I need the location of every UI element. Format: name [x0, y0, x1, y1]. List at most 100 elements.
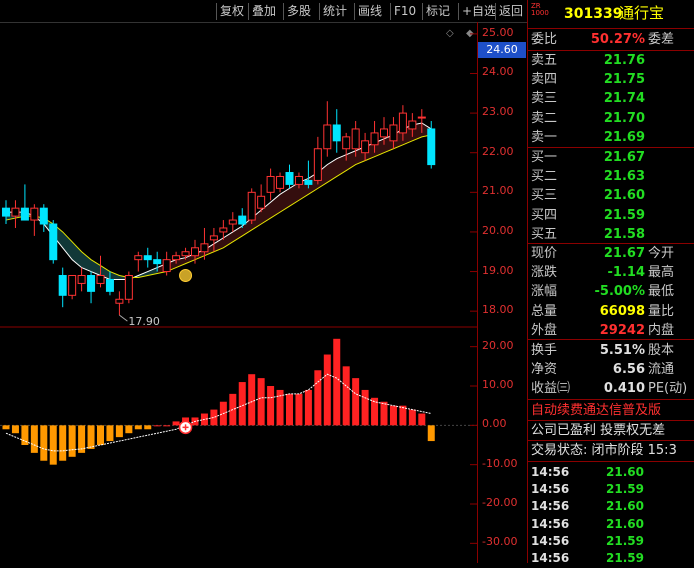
macd-bar [115, 425, 123, 438]
coin-icon [179, 269, 193, 283]
macd-bar [418, 413, 426, 426]
macd-tick-label: -10.00 [482, 456, 518, 470]
toolbar: 复权 叠加 多股 统计 画线 F10 标记 +自选 返回 [0, 0, 527, 23]
macd-bar [408, 409, 416, 426]
macd-bar [163, 425, 171, 427]
stock-code: 301339 [564, 6, 623, 22]
candle-body [266, 175, 275, 193]
kline-chart[interactable]: ◇ ◆17.90 [0, 22, 478, 563]
price-tick-label: 25.00 [482, 25, 514, 39]
price-tick-label: 22.00 [482, 144, 514, 158]
macd-bar [286, 393, 293, 426]
candle-body [162, 259, 171, 273]
buy-level: 买五 21.58 [531, 226, 645, 242]
mark-button[interactable]: 标记 [422, 3, 453, 20]
multi-stock-button[interactable]: 多股 [283, 3, 314, 20]
macd-bar [97, 425, 104, 445]
market-badge: ZR 1000 [531, 2, 549, 17]
quote-row: 涨幅 -5.00% 最低 [531, 284, 675, 300]
candle-body [370, 132, 379, 146]
candle-body [11, 207, 20, 217]
candle-body [361, 140, 370, 154]
macd-bar [87, 425, 95, 449]
low-marker-label: 17.90 [128, 315, 160, 328]
candle-body [191, 247, 199, 257]
macd-bar [295, 393, 303, 426]
macd-bar [323, 354, 331, 426]
macd-bar [342, 366, 350, 426]
macd-bar [257, 378, 265, 426]
price-tick-label: 20.00 [482, 223, 514, 237]
candle-body [304, 179, 313, 185]
macd-bar [210, 409, 218, 426]
adjust-button[interactable]: 复权 [216, 3, 247, 20]
macd-bar [352, 378, 360, 426]
stock-header[interactable]: ZR 1000 301339 通行宝 [528, 3, 694, 25]
candle-body [181, 251, 190, 257]
macd-bar [361, 389, 369, 426]
back-button[interactable]: 返回 [495, 3, 526, 20]
candle-body [398, 112, 407, 134]
macd-bar [153, 425, 161, 427]
macd-bar [427, 425, 435, 442]
overlay-button[interactable]: 叠加 [248, 3, 279, 20]
candle-body [143, 255, 152, 261]
macd-bar [304, 389, 312, 426]
macd-bar [248, 374, 256, 426]
candle-body [105, 278, 114, 292]
candle-body [153, 259, 162, 265]
candle-body [20, 207, 29, 221]
price-tick-label: 23.00 [482, 105, 514, 119]
stats-button[interactable]: 统计 [319, 3, 350, 20]
candle-body [2, 207, 10, 217]
promo-link[interactable]: 自动续费通达信普及版 [528, 401, 694, 420]
macd-bar [2, 425, 10, 430]
candle-body [408, 120, 417, 130]
macd-tick-label: -30.00 [482, 535, 518, 549]
macd-bar [106, 425, 114, 442]
price-tick-label: 21.00 [482, 184, 514, 198]
f10-button[interactable]: F10 [390, 3, 419, 20]
macd-bar [125, 425, 133, 434]
candle-body [96, 275, 105, 284]
price-axis: 25.00 24.00 23.00 22.00 21.00 20.00 19.00 18.00… [478, 22, 527, 563]
fundamental-row: 换手 5.51% 股本 [531, 343, 675, 358]
candle-body [39, 207, 48, 225]
add-watchlist-button[interactable]: +自选 [458, 3, 499, 20]
draw-button[interactable]: 画线 [354, 3, 385, 20]
quote-panel: ZR 1000 301339 通行宝 委比 50.27% 委差 卖五 21.76 卖四… [527, 0, 694, 565]
macd-bar [59, 425, 67, 461]
macd-bar [21, 425, 29, 445]
macd-bar [40, 425, 48, 461]
price-tick-label: 24.00 [482, 65, 514, 79]
quote-row: 总量 66098 量比 [531, 303, 675, 319]
quote-row: 涨跌 -1.14 最高 [531, 265, 675, 281]
macd-bar [238, 382, 246, 426]
candle-body [380, 128, 388, 138]
macd-bar [134, 425, 142, 430]
buy-level: 买三 21.60 [531, 188, 645, 204]
tick-row: 14:56 21.60 [531, 516, 644, 531]
candle-body [209, 235, 218, 241]
trade-status: 交易状态: 闭市阶段 15:3 [531, 443, 677, 458]
candle-body [257, 195, 266, 209]
tick-row: 14:56 21.59 [531, 533, 644, 548]
fundamental-row: 收益㈢ 0.410 PE(动) [531, 381, 688, 397]
sell-level: 卖三 21.74 [531, 91, 645, 107]
tick-row: 14:56 21.59 [531, 482, 644, 497]
macd-bar [144, 425, 152, 430]
macd-bar [68, 425, 76, 457]
candle-body [332, 124, 341, 142]
candle-body [49, 223, 58, 261]
candle-body [389, 124, 398, 142]
candle-body [342, 136, 351, 150]
stock-name: 通行宝 [619, 4, 665, 22]
candle-body [115, 298, 124, 304]
sell-level: 卖四 21.75 [531, 72, 645, 88]
tick-row: 14:56 21.59 [531, 551, 644, 565]
divider [528, 28, 694, 29]
tick-row: 14:56 21.60 [531, 465, 644, 479]
divider [528, 339, 694, 340]
buy-level: 买四 21.59 [531, 207, 645, 223]
candle-body [124, 275, 133, 300]
